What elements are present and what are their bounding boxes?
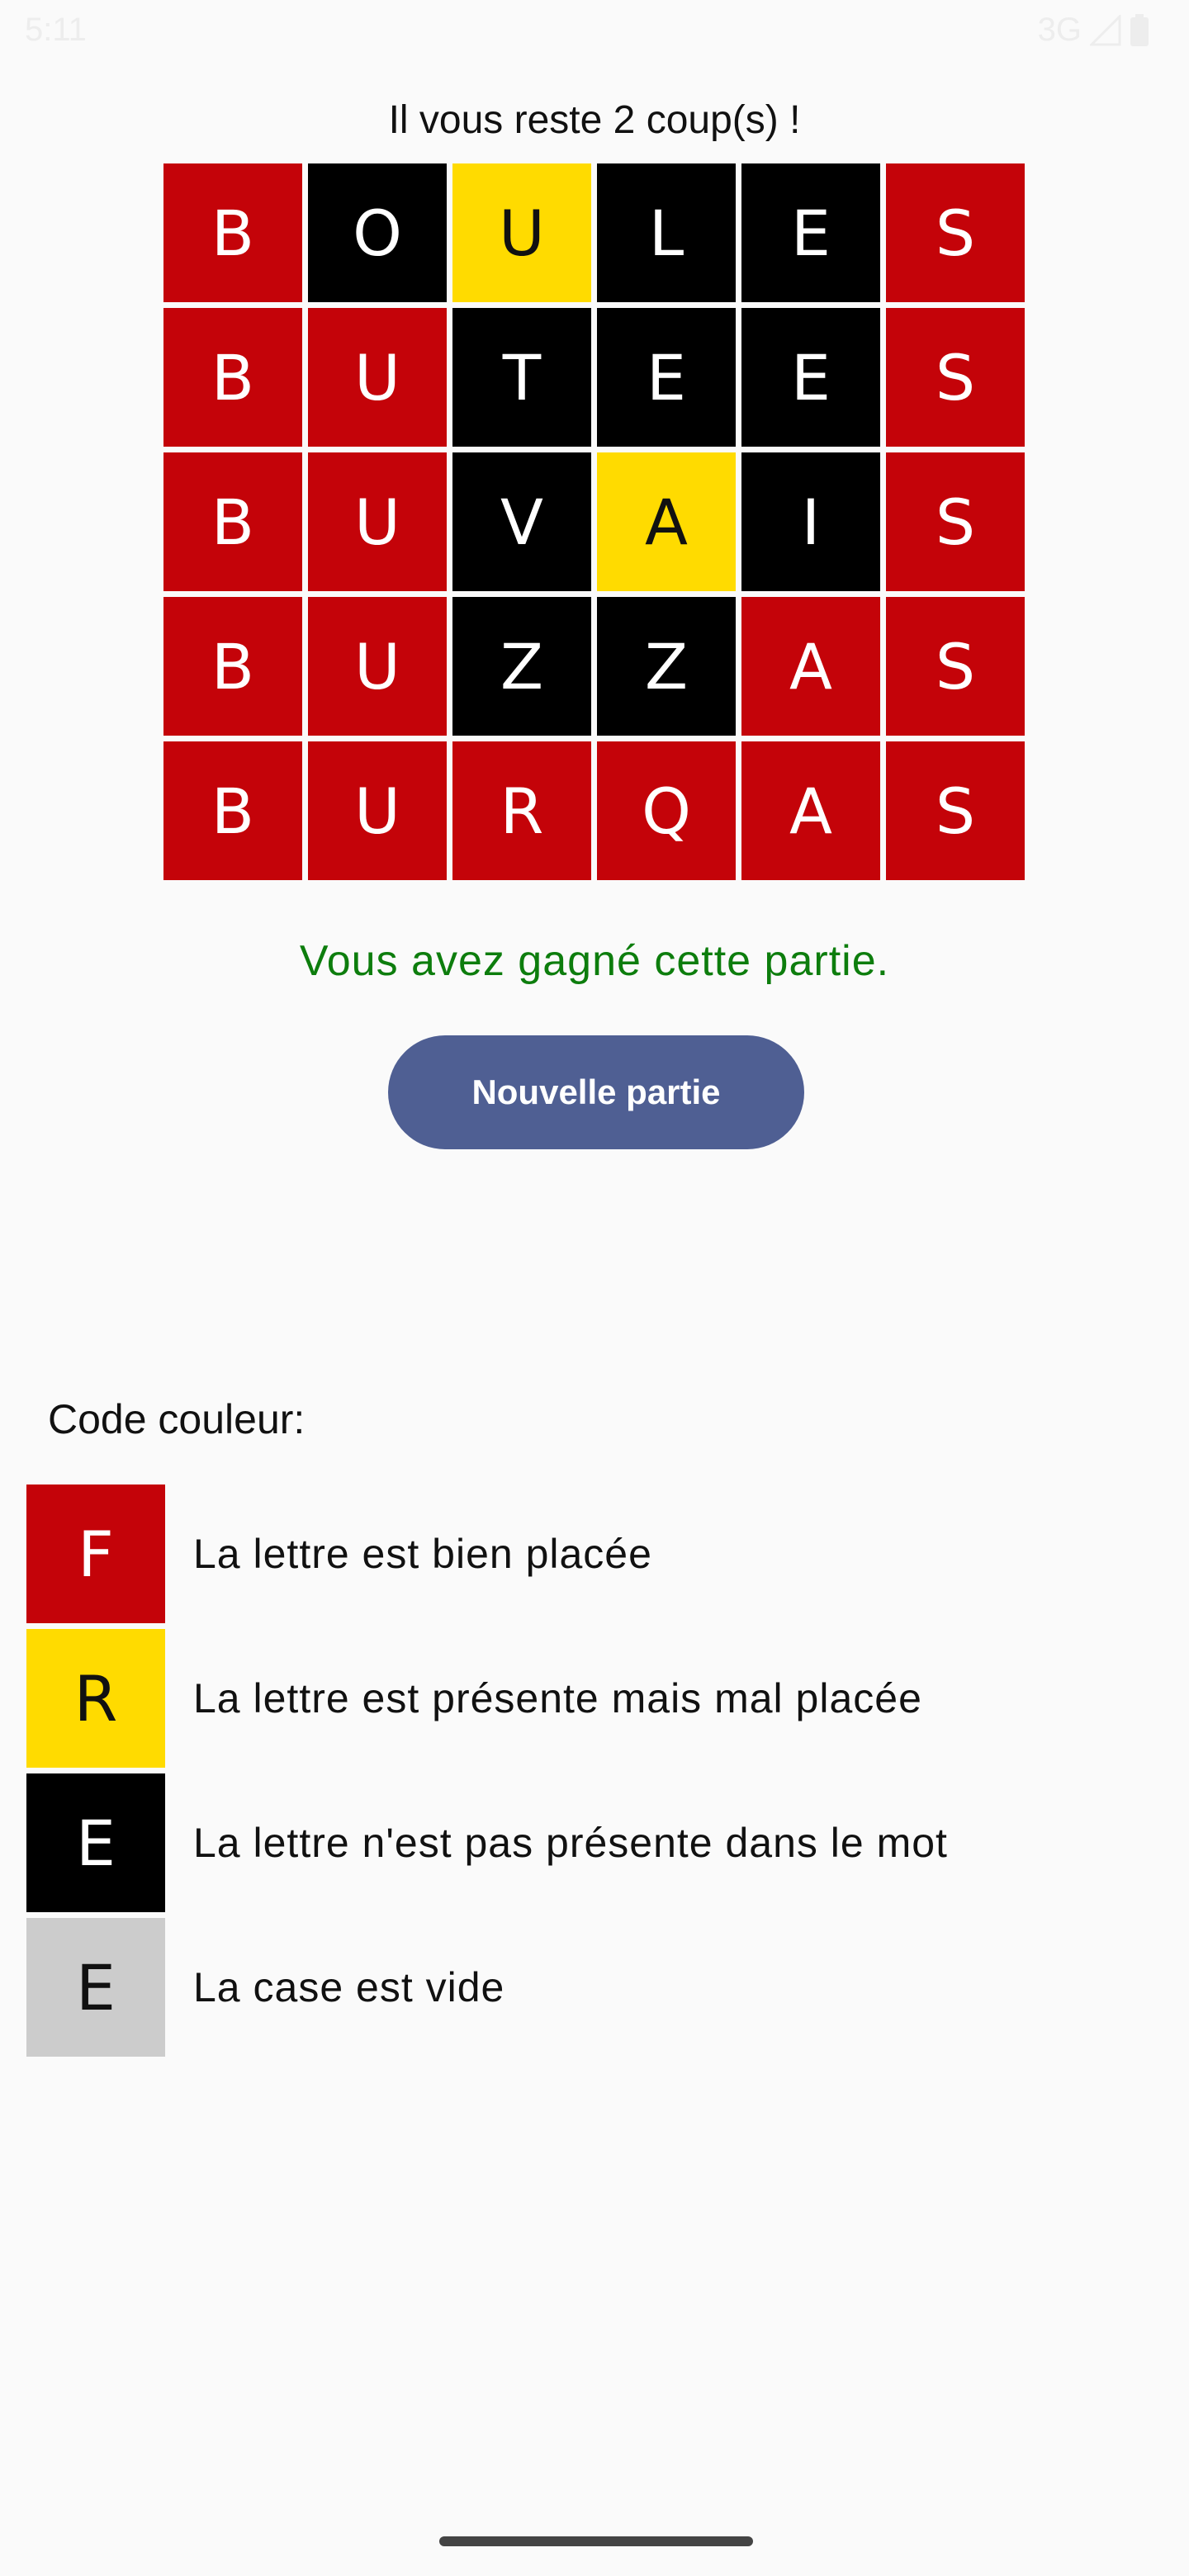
legend-item: E La lettre n'est pas présente dans le mo… (26, 1773, 1166, 1912)
board-tile: V (452, 452, 591, 591)
legend-text: La case est vide (193, 1964, 505, 2010)
board-tile: U (308, 741, 447, 880)
game-board: BOULESBUTEESBUVAISBUZZASBURQAS (163, 163, 1026, 880)
board-tile: R (452, 741, 591, 880)
board-tile: U (308, 452, 447, 591)
network-type: 3G (1037, 12, 1082, 48)
legend-item: E La case est vide (26, 1918, 1166, 2057)
board-tile: U (308, 308, 447, 447)
board-tile: L (597, 163, 736, 302)
color-legend: F La lettre est bien placée R La lettre est… (26, 1485, 1166, 2062)
board-tile: U (308, 597, 447, 736)
legend-swatch: E (26, 1773, 165, 1912)
board-tile: B (163, 741, 302, 880)
board-tile: S (886, 741, 1025, 880)
legend-swatch: E (26, 1918, 165, 2057)
legend-text: La lettre n'est pas présente dans le mot (193, 1820, 948, 1866)
board-tile: U (452, 163, 591, 302)
board-tile: B (163, 597, 302, 736)
legend-item: F La lettre est bien placée (26, 1485, 1166, 1623)
status-time: 5:11 (25, 12, 87, 48)
board-tile: S (886, 308, 1025, 447)
home-indicator[interactable] (439, 2536, 753, 2546)
board-tile: A (741, 597, 880, 736)
board-tile: A (741, 741, 880, 880)
remaining-attempts: Il vous reste 2 coup(s) ! (388, 98, 801, 142)
status-icons: 3G (1038, 12, 1149, 49)
board-tile: O (308, 163, 447, 302)
board-tile: B (163, 163, 302, 302)
board-tile: E (741, 163, 880, 302)
signal-icon (1090, 14, 1121, 46)
board-tile: T (452, 308, 591, 447)
board-tile: E (741, 308, 880, 447)
legend-item: R La lettre est présente mais mal placée (26, 1629, 1166, 1768)
board-tile: Z (452, 597, 591, 736)
battery-icon (1130, 13, 1149, 47)
board-tile: Q (597, 741, 736, 880)
board-tile: E (597, 308, 736, 447)
status-bar: 5:11 3G (0, 0, 1189, 69)
legend-text: La lettre est présente mais mal placée (193, 1675, 922, 1721)
legend-swatch: F (26, 1485, 165, 1623)
board-tile: I (741, 452, 880, 591)
board-tile: A (597, 452, 736, 591)
board-tile: S (886, 163, 1025, 302)
board-tile: Z (597, 597, 736, 736)
board-tile: B (163, 308, 302, 447)
board-tile: B (163, 452, 302, 591)
board-tile: S (886, 452, 1025, 591)
legend-text: La lettre est bien placée (193, 1531, 652, 1577)
new-game-button[interactable]: Nouvelle partie (388, 1035, 804, 1149)
win-message: Vous avez gagné cette partie. (299, 937, 890, 985)
legend-swatch: R (26, 1629, 165, 1768)
board-tile: S (886, 597, 1025, 736)
legend-title: Code couleur: (48, 1396, 306, 1442)
